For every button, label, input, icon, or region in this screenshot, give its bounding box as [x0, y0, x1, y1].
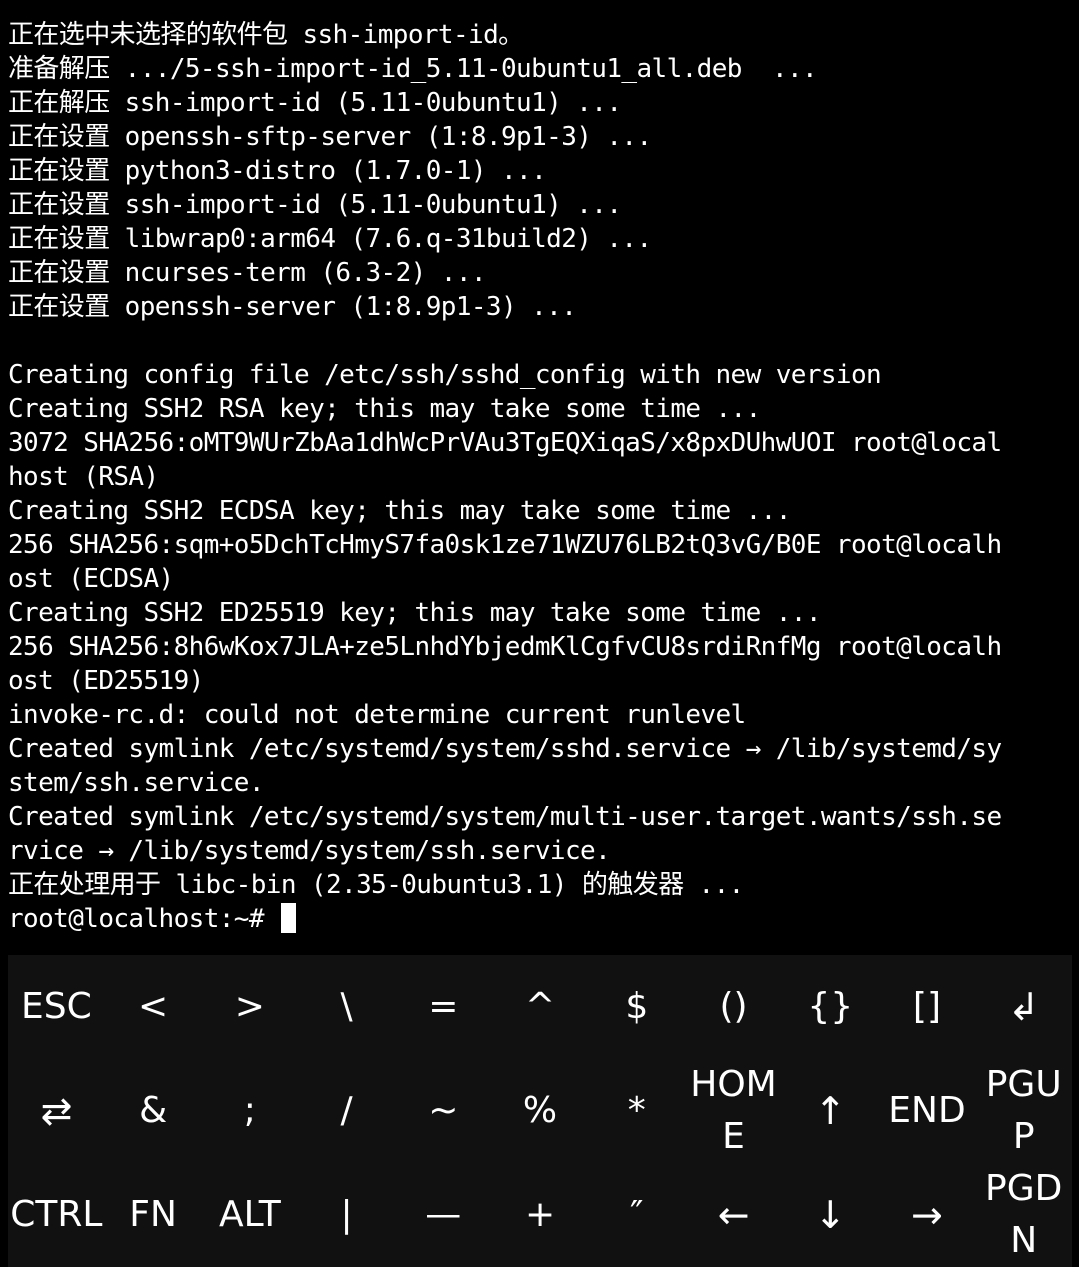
terminal-line: Creating SSH2 RSA key; this may take som…: [8, 394, 761, 424]
terminal-line: 正在设置 ncurses-term (6.3-2) ...: [8, 258, 487, 288]
terminal-line: Creating SSH2 ED25519 key; this may take…: [8, 598, 821, 628]
terminal-line: 正在设置 openssh-server (1:8.9p1-3) ...: [8, 292, 577, 322]
arrow-up-icon[interactable]: ↑: [782, 1059, 879, 1163]
terminal-line: 正在设置 openssh-sftp-server (1:8.9p1-3) ...: [8, 122, 652, 152]
percent-key[interactable]: %: [492, 1059, 589, 1163]
esc-key[interactable]: ESC: [8, 955, 105, 1059]
fn-key[interactable]: FN: [105, 1163, 202, 1267]
plus-key[interactable]: +: [492, 1163, 589, 1267]
parentheses-key[interactable]: (): [685, 955, 782, 1059]
terminal-line: 256 SHA256:sqm+o5DchTcHmyS7fa0sk1ze71WZU…: [8, 530, 1002, 560]
shell-prompt: root@localhost:~#: [8, 904, 279, 934]
terminal-lines: 正在选中未选择的软件包 ssh-import-id。 准备解压 .../5-ss…: [0, 0, 1079, 936]
backslash-key[interactable]: \: [298, 955, 395, 1059]
text-cursor: [280, 903, 296, 933]
terminal-line: Created symlink /etc/systemd/system/mult…: [8, 802, 1002, 832]
tab-key-icon[interactable]: ⇄: [8, 1059, 105, 1163]
terminal-line: 正在设置 libwrap0:arm64 (7.6.q-31build2) ...: [8, 224, 652, 254]
terminal-line: ost (ED25519): [8, 666, 204, 696]
equals-key[interactable]: =: [395, 955, 492, 1059]
end-key[interactable]: END: [879, 1059, 976, 1163]
terminal-line: 正在处理用于 libc-bin (2.35-0ubuntu3.1) 的触发器 .…: [8, 870, 744, 900]
terminal-line: 准备解压 .../5-ssh-import-id_5.11-0ubuntu1_a…: [8, 54, 818, 84]
braces-key[interactable]: {}: [782, 955, 879, 1059]
arrow-left-icon[interactable]: ←: [685, 1163, 782, 1267]
terminal-output[interactable]: 正在选中未选择的软件包 ssh-import-id。 准备解压 .../5-ss…: [0, 0, 1079, 945]
extra-keys-row-3: CTRL FN ALT | — + ″ ← ↓ → PGDN: [8, 1163, 1072, 1267]
prompt-line[interactable]: root@localhost:~#: [8, 902, 1079, 936]
dollar-key[interactable]: $: [588, 955, 685, 1059]
ampersand-key[interactable]: &: [105, 1059, 202, 1163]
dash-key[interactable]: —: [395, 1163, 492, 1267]
terminal-line: 正在设置 python3-distro (1.7.0-1) ...: [8, 156, 547, 186]
terminal-line: 256 SHA256:8h6wKox7JLA+ze5LnhdYbjedmKlCg…: [8, 632, 1002, 662]
slash-key[interactable]: /: [298, 1059, 395, 1163]
enter-key-icon[interactable]: ↲: [975, 955, 1072, 1059]
pipe-key[interactable]: |: [298, 1163, 395, 1267]
terminal-line: 正在设置 ssh-import-id (5.11-0ubuntu1) ...: [8, 190, 622, 220]
arrow-right-icon[interactable]: →: [879, 1163, 976, 1267]
terminal-line: invoke-rc.d: could not determine current…: [8, 700, 746, 730]
caret-key[interactable]: ^: [492, 955, 589, 1059]
greater-than-key[interactable]: >: [201, 955, 298, 1059]
quote-key[interactable]: ″: [588, 1163, 685, 1267]
ctrl-key[interactable]: CTRL: [8, 1163, 105, 1267]
page-up-key[interactable]: PGUP: [975, 1059, 1072, 1163]
arrow-down-icon[interactable]: ↓: [782, 1163, 879, 1267]
terminal-line: Creating SSH2 ECDSA key; this may take s…: [8, 496, 791, 526]
extra-keys-row-2: ⇄ & ; / ~ % * HOME ↑ END PGUP: [8, 1059, 1072, 1163]
extra-keys-bar: ESC < > \ = ^ $ () {} [] ↲ ⇄ & ; / ~ % *…: [8, 955, 1072, 1267]
less-than-key[interactable]: <: [105, 955, 202, 1059]
terminal-line: Created symlink /etc/systemd/system/sshd…: [8, 734, 1002, 764]
semicolon-key[interactable]: ;: [201, 1059, 298, 1163]
page-down-key[interactable]: PGDN: [975, 1163, 1072, 1267]
terminal-line: host (RSA): [8, 462, 159, 492]
terminal-line: stem/ssh.service.: [8, 768, 265, 798]
terminal-line: rvice → /lib/systemd/system/ssh.service.: [8, 836, 611, 866]
asterisk-key[interactable]: *: [588, 1059, 685, 1163]
terminal-line: Creating config file /etc/ssh/sshd_confi…: [8, 360, 882, 390]
terminal-line: 正在选中未选择的软件包 ssh-import-id。: [8, 20, 524, 50]
alt-key[interactable]: ALT: [201, 1163, 298, 1267]
extra-keys-row-1: ESC < > \ = ^ $ () {} [] ↲: [8, 955, 1072, 1059]
terminal-line: ost (ECDSA): [8, 564, 174, 594]
brackets-key[interactable]: []: [879, 955, 976, 1059]
terminal-line: 3072 SHA256:oMT9WUrZbAa1dhWcPrVAu3TgEQXi…: [8, 428, 1002, 458]
home-key[interactable]: HOME: [685, 1059, 782, 1163]
tilde-key[interactable]: ~: [395, 1059, 492, 1163]
terminal-line: 正在解压 ssh-import-id (5.11-0ubuntu1) ...: [8, 88, 622, 118]
